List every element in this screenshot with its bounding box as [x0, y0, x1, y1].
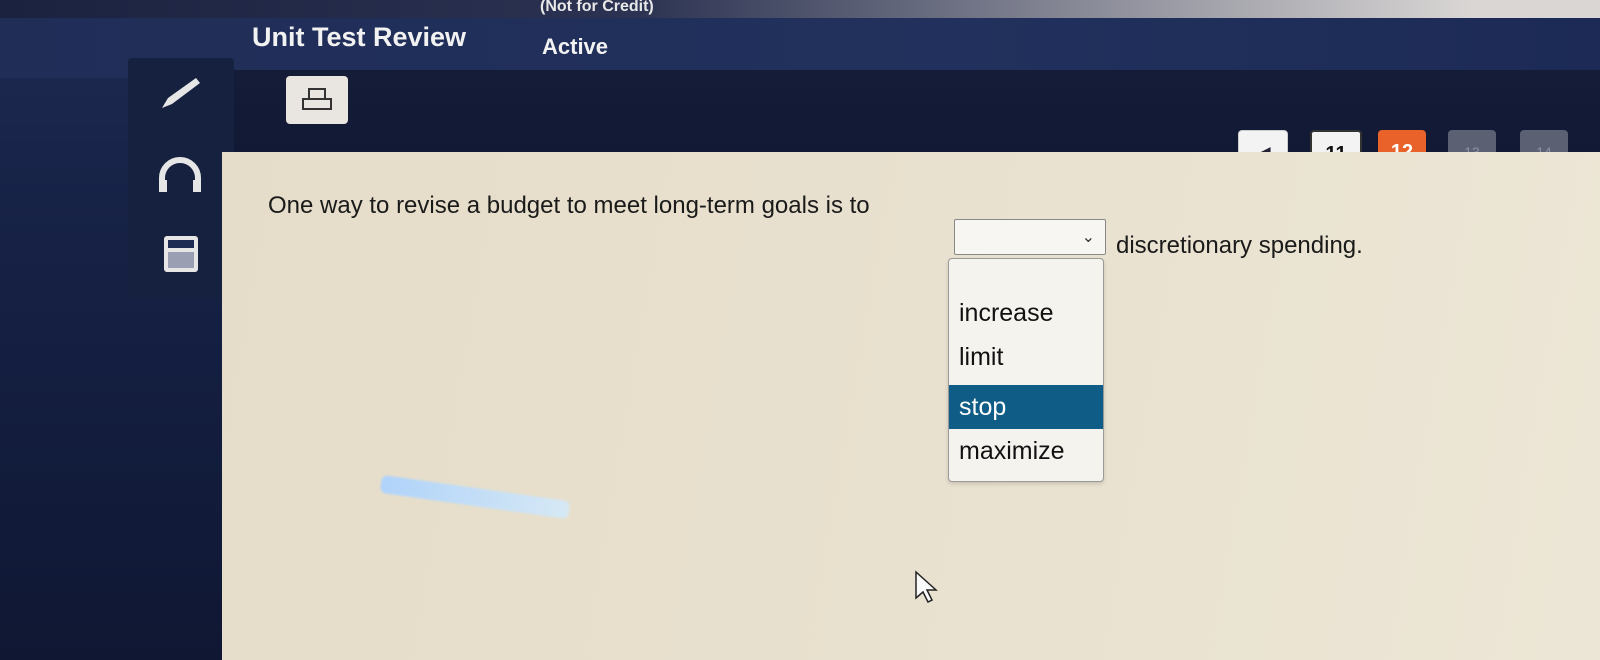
mouse-cursor-icon	[914, 570, 940, 609]
header-bar	[0, 18, 1600, 78]
dropdown-menu: increase limit stop maximize	[948, 258, 1104, 482]
option-maximize[interactable]: maximize	[949, 429, 1103, 473]
option-stop[interactable]: stop	[949, 385, 1103, 429]
status-label: Active	[542, 34, 609, 59]
question-text-before: One way to revise a budget to meet long-…	[268, 192, 870, 219]
option-increase[interactable]: increase	[949, 291, 1103, 335]
answer-dropdown[interactable]: ⌄	[954, 219, 1106, 255]
print-icon	[302, 88, 332, 110]
headphones-icon[interactable]	[154, 154, 206, 198]
question-text-after: discretionary spending.	[1116, 232, 1363, 259]
question-panel	[222, 152, 1600, 660]
option-limit[interactable]: limit	[949, 335, 1103, 379]
top-banner: (Not for Credit)	[0, 0, 1600, 18]
chevron-down-icon: ⌄	[1081, 229, 1095, 246]
print-button[interactable]	[286, 76, 348, 124]
banner-text: (Not for Credit)	[540, 0, 654, 15]
page-title: Unit Test Review	[252, 22, 467, 52]
pencil-icon[interactable]	[154, 72, 206, 116]
calculator-icon[interactable]	[154, 232, 206, 276]
